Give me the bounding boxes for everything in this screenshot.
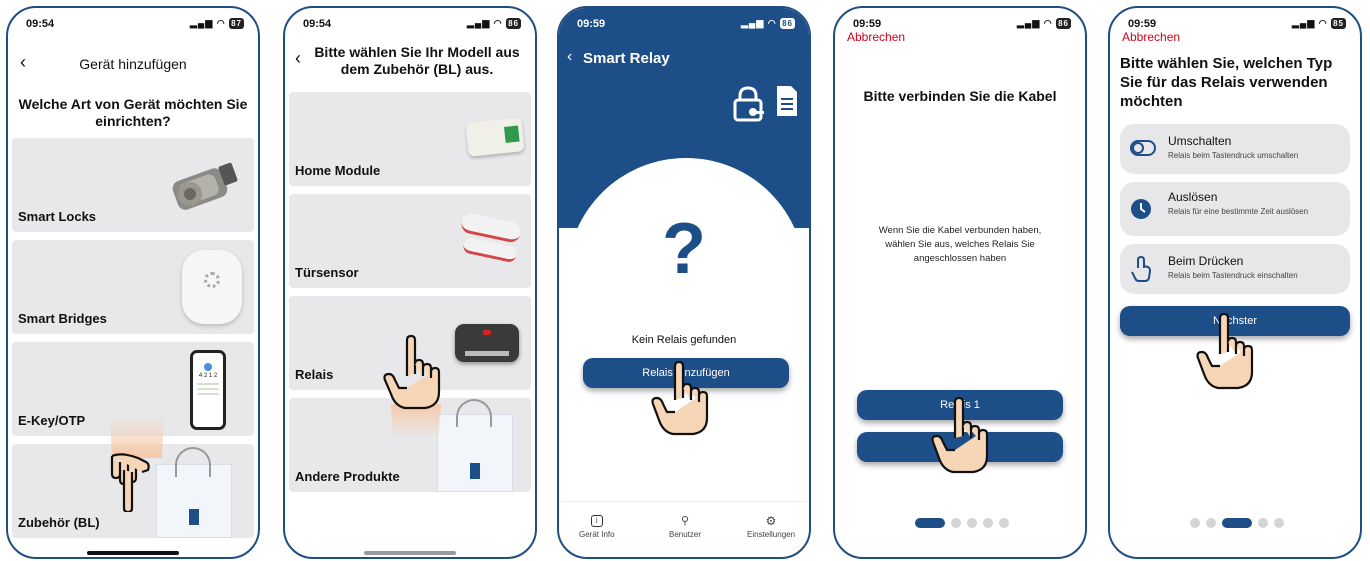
card-label: Türsensor: [295, 265, 359, 280]
connect-heading: Bitte verbinden Sie die Kabel: [863, 88, 1057, 104]
option-toggle[interactable]: Umschalten Relais beim Tastendruck umsch…: [1120, 124, 1350, 174]
card-tuersensor[interactable]: Türsensor: [289, 194, 531, 288]
option-subtitle: Relais beim Tastendruck umschalten: [1168, 151, 1299, 160]
phone-screen-relay-type: 09:59 ▂▄▆ ◠ 85 Abbrechen Bitte wählen Si…: [1108, 6, 1362, 559]
key-lock-icon[interactable]: [733, 86, 765, 122]
battery-icon: 86: [506, 18, 521, 29]
phone-screen-device-type: 09:54 ▂▄▆ ◠ 87 ‹ Gerät hinzufügen Welche…: [6, 6, 260, 559]
smart-bridge-image: [182, 250, 242, 324]
page-dot: [1190, 518, 1200, 528]
phone-screen-accessory-model: 09:54 ▂▄▆ ◠ 86 ‹ Bitte wählen Sie Ihr Mo…: [283, 6, 537, 559]
option-title: Umschalten: [1168, 134, 1232, 148]
page-dot: [999, 518, 1009, 528]
home-indicator: [87, 551, 179, 555]
page-indicator: [915, 518, 1009, 528]
page-dot: [1258, 518, 1268, 528]
status-time: 09:59: [577, 18, 606, 30]
option-on-press[interactable]: Beim Drücken Relais beim Tastendruck ein…: [1120, 244, 1350, 294]
status-icons: ▂▄▆ ◠ 87: [190, 18, 244, 29]
card-label: Smart Locks: [18, 209, 97, 224]
back-button[interactable]: ‹: [567, 48, 572, 66]
page-title: Smart Relay: [583, 50, 670, 67]
page-dot: [967, 518, 977, 528]
home-module-image: [465, 117, 525, 157]
battery-icon: 86: [1056, 18, 1071, 29]
option-trigger[interactable]: Auslösen Relais für eine bestimmte Zeit …: [1120, 182, 1350, 236]
page-dot: [1274, 518, 1284, 528]
back-button[interactable]: ‹: [295, 48, 301, 69]
card-label: E-Key/OTP: [18, 413, 86, 428]
battery-icon: 87: [229, 18, 244, 29]
status-icons: ▂▄▆ ◠ 86: [1017, 18, 1071, 29]
status-icons: ▂▄▆ ◠ 86: [741, 18, 795, 29]
back-button[interactable]: ‹: [20, 52, 26, 73]
card-smart-bridges[interactable]: Smart Bridges: [12, 240, 254, 334]
status-icons: ▂▄▆ ◠ 86: [467, 18, 521, 29]
empty-state-text: Kein Relais gefunden: [631, 334, 737, 346]
status-time: 09:59: [853, 18, 882, 30]
card-label: Home Module: [295, 163, 381, 178]
cancel-button[interactable]: Abbrechen: [847, 30, 905, 44]
tab-settings[interactable]: ⚙ Einstellungen: [747, 515, 795, 539]
toggle-icon: [1130, 140, 1156, 156]
card-home-module[interactable]: Home Module: [289, 92, 531, 186]
cancel-button[interactable]: Abbrechen: [1122, 30, 1180, 44]
option-title: Auslösen: [1168, 190, 1218, 204]
user-icon: ⚲: [680, 515, 690, 527]
status-bar: 09:54 ▂▄▆ ◠ 86: [303, 18, 521, 34]
option-subtitle: Relais für eine bestimmte Zeit auslösen: [1168, 207, 1309, 216]
status-bar: 09:54 ▂▄▆ ◠ 87: [26, 18, 244, 34]
battery-icon: 85: [1331, 18, 1346, 29]
battery-icon: 86: [780, 18, 795, 29]
phone-screen-connect-cables: 09:59 ▂▄▆ ◠ 86 Abbrechen Bitte verbinden…: [833, 6, 1087, 559]
home-indicator: [364, 551, 456, 555]
page-dot: [983, 518, 993, 528]
status-bar: 09:59 ▂▄▆ ◠ 86: [577, 18, 795, 34]
relay-device-image: [455, 324, 519, 362]
status-time: 09:54: [26, 18, 55, 30]
card-smart-locks[interactable]: Smart Locks: [12, 138, 254, 232]
device-type-question: Welche Art von Gerät möchten Sie einrich…: [18, 96, 248, 129]
relay-type-heading: Bitte wählen Sie, welchen Typ Sie für da…: [1120, 55, 1333, 110]
tab-bar: i Gerät Info ⚲ Benutzer ⚙ Einstellungen: [559, 501, 809, 557]
page-dot: [1206, 518, 1216, 528]
settings-icon: ⚙: [765, 514, 777, 528]
document-icon[interactable]: [775, 84, 799, 118]
pointing-hand-icon: [931, 396, 989, 474]
page-dot: [915, 518, 945, 528]
page-dot: [951, 518, 961, 528]
tab-device-info[interactable]: i Gerät Info: [579, 515, 615, 539]
page-indicator: [1190, 518, 1284, 528]
option-subtitle: Relais beim Tastendruck einschalten: [1168, 271, 1298, 280]
card-label: Andere Produkte: [295, 469, 400, 484]
pointing-hand-icon: [110, 414, 164, 512]
pointing-hand-icon: [1196, 312, 1254, 390]
phone-mock-image: 4 2 1 2: [190, 350, 226, 430]
card-label: Smart Bridges: [18, 311, 107, 326]
option-title: Beim Drücken: [1168, 254, 1244, 268]
touch-icon: [1131, 256, 1152, 282]
status-time: 09:54: [303, 18, 332, 30]
pointing-hand-icon: [383, 334, 441, 438]
tab-users[interactable]: ⚲ Benutzer: [669, 515, 701, 539]
question-mark-icon: ?: [662, 209, 706, 289]
info-icon: i: [590, 515, 603, 527]
status-icons: ▂▄▆ ◠ 85: [1292, 18, 1346, 29]
page-dot: [1222, 518, 1252, 528]
pointing-hand-icon: [651, 360, 709, 436]
phone-screen-smart-relay: 09:59 ▂▄▆ ◠ 86 ‹ Smart Relay ? Kein Rela…: [557, 6, 811, 559]
clock-icon: [1131, 199, 1151, 219]
page-title: Gerät hinzufügen: [79, 56, 187, 72]
card-label: Zubehör (BL): [18, 515, 100, 530]
status-time: 09:59: [1128, 18, 1157, 30]
instruction-text: Wenn Sie die Kabel verbunden haben, wähl…: [878, 225, 1042, 264]
page-title: Bitte wählen Sie Ihr Modell aus dem Zube…: [314, 44, 520, 77]
smart-lock-image: [172, 162, 238, 210]
otp-digits: 4 2 1 2: [198, 373, 218, 379]
card-label: Relais: [295, 367, 334, 382]
